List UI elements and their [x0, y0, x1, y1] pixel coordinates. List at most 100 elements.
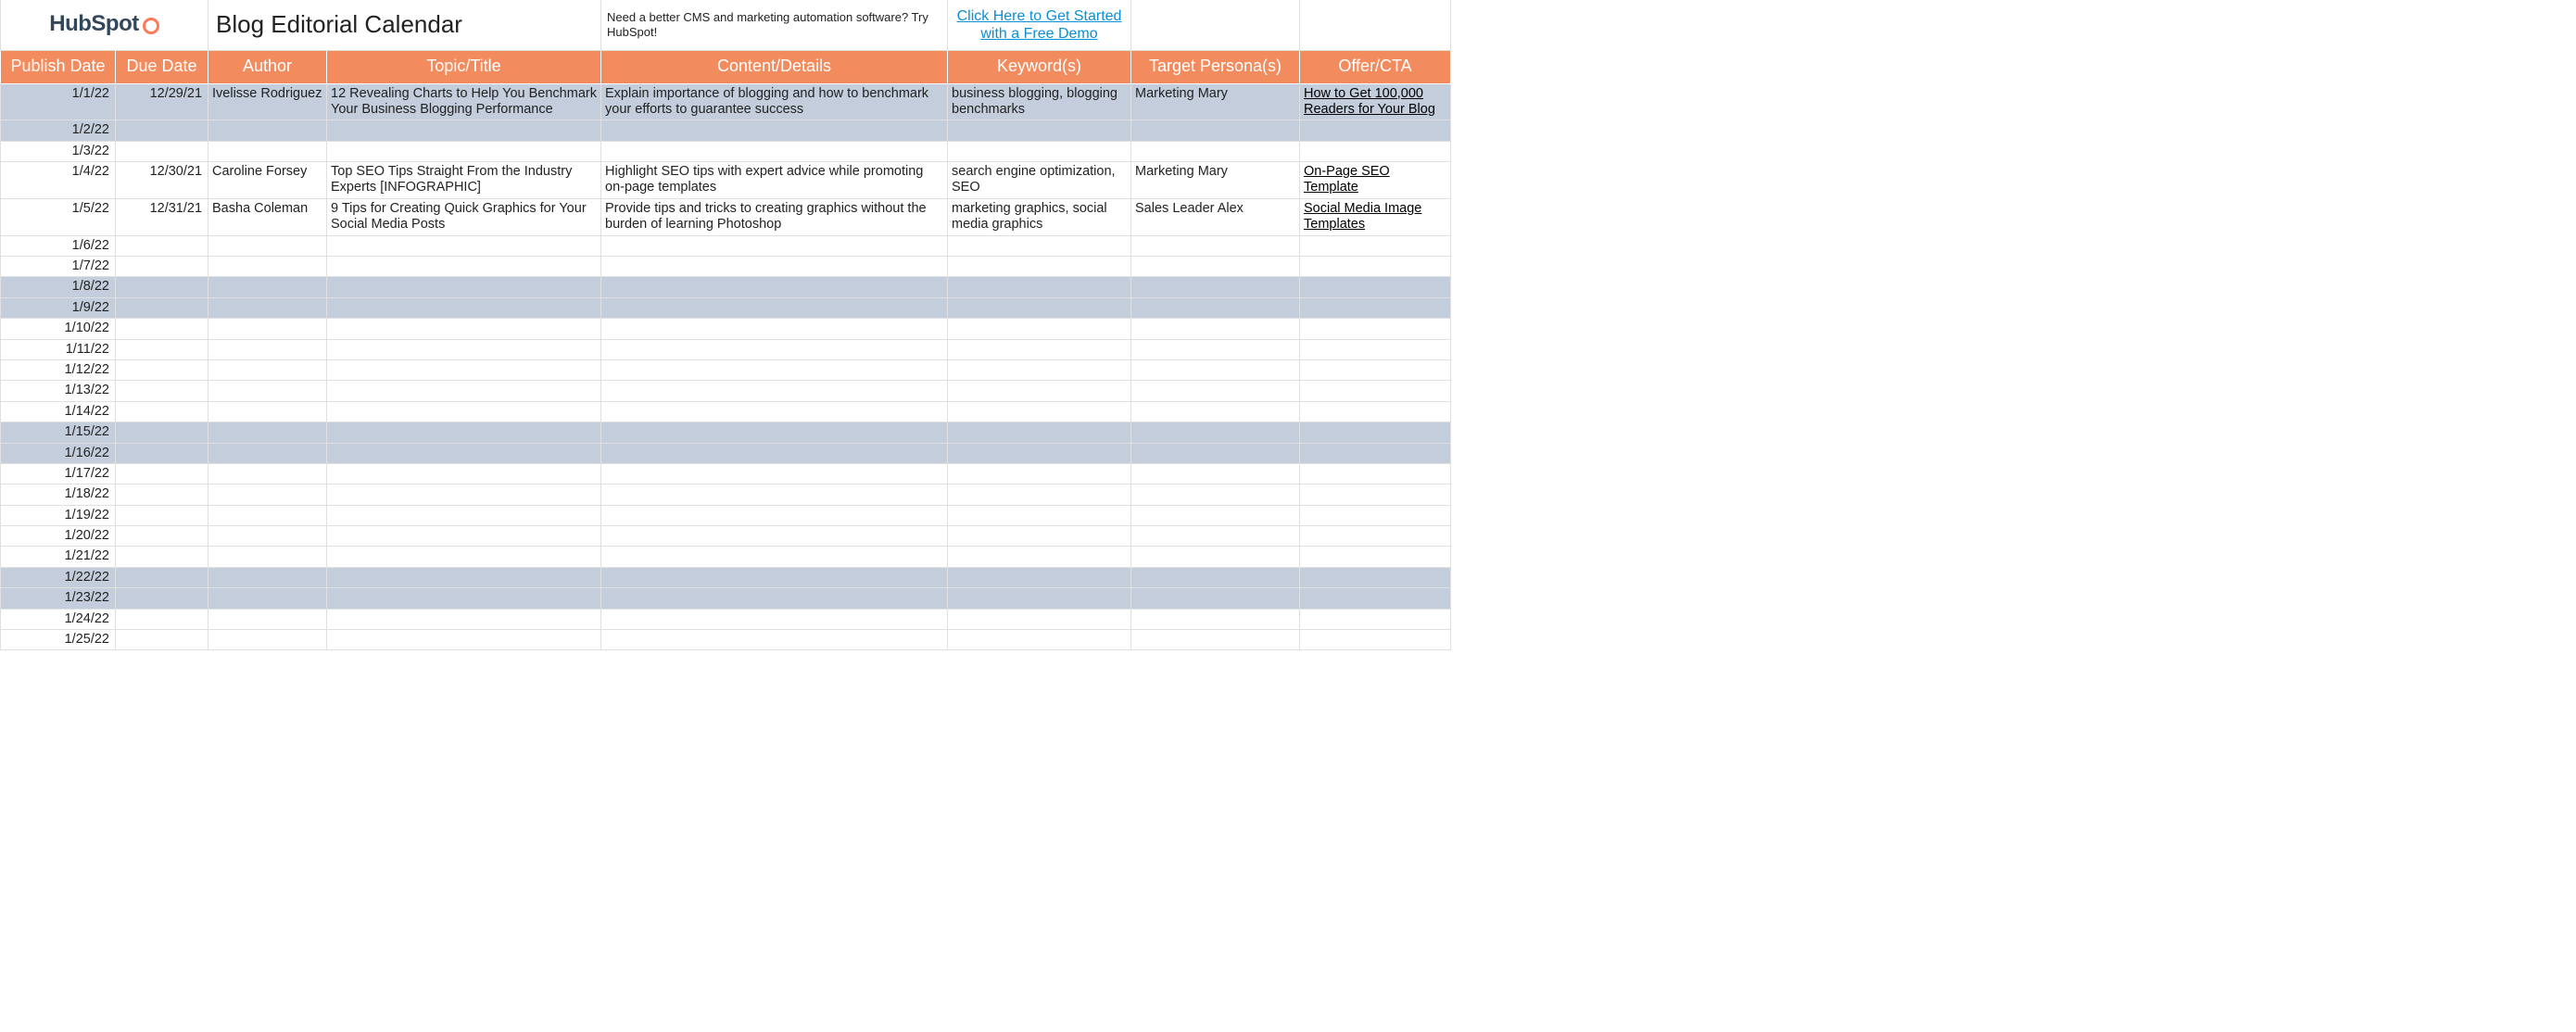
cell-keywords[interactable] — [948, 381, 1131, 401]
cell-topic[interactable] — [327, 277, 601, 297]
cell-offer[interactable] — [1300, 120, 1451, 141]
table-row[interactable]: 1/17/22 — [1, 463, 1451, 484]
cell-persona[interactable] — [1131, 485, 1300, 505]
cell-content[interactable] — [601, 297, 948, 318]
cell-due-date[interactable] — [116, 505, 208, 525]
cell-author[interactable] — [208, 588, 327, 609]
cell-offer[interactable] — [1300, 422, 1451, 443]
cell-publish-date[interactable]: 1/19/22 — [1, 505, 116, 525]
cell-offer[interactable] — [1300, 141, 1451, 161]
cell-topic[interactable] — [327, 547, 601, 567]
cell-persona[interactable] — [1131, 547, 1300, 567]
cell-keywords[interactable] — [948, 463, 1131, 484]
cell-topic[interactable] — [327, 485, 601, 505]
cell-topic[interactable] — [327, 609, 601, 629]
cell-content[interactable] — [601, 235, 948, 256]
cell-keywords[interactable] — [948, 359, 1131, 380]
cell-publish-date[interactable]: 1/16/22 — [1, 443, 116, 463]
cell-author[interactable] — [208, 609, 327, 629]
cell-keywords[interactable] — [948, 422, 1131, 443]
cell-publish-date[interactable]: 1/2/22 — [1, 120, 116, 141]
cell-due-date[interactable] — [116, 567, 208, 587]
cell-content[interactable] — [601, 443, 948, 463]
cell-offer[interactable] — [1300, 359, 1451, 380]
cell-offer[interactable] — [1300, 630, 1451, 650]
cell-publish-date[interactable]: 1/6/22 — [1, 235, 116, 256]
cell-persona[interactable] — [1131, 359, 1300, 380]
table-row[interactable]: 1/9/22 — [1, 297, 1451, 318]
cell-topic[interactable] — [327, 422, 601, 443]
table-row[interactable]: 1/4/2212/30/21Caroline ForseyTop SEO Tip… — [1, 162, 1451, 199]
table-row[interactable]: 1/22/22 — [1, 567, 1451, 587]
table-row[interactable]: 1/23/22 — [1, 588, 1451, 609]
cell-topic[interactable] — [327, 141, 601, 161]
cell-content[interactable] — [601, 567, 948, 587]
cell-persona[interactable]: Sales Leader Alex — [1131, 198, 1300, 235]
table-row[interactable]: 1/2/22 — [1, 120, 1451, 141]
table-row[interactable]: 1/19/22 — [1, 505, 1451, 525]
cell-publish-date[interactable]: 1/9/22 — [1, 297, 116, 318]
cell-due-date[interactable] — [116, 120, 208, 141]
cell-keywords[interactable]: search engine optimization, SEO — [948, 162, 1131, 199]
cell-content[interactable] — [601, 120, 948, 141]
cell-topic[interactable] — [327, 319, 601, 339]
cell-content[interactable] — [601, 463, 948, 484]
cell-content[interactable] — [601, 319, 948, 339]
table-row[interactable]: 1/10/22 — [1, 319, 1451, 339]
cell-persona[interactable]: Marketing Mary — [1131, 83, 1300, 120]
cell-topic[interactable] — [327, 359, 601, 380]
cell-offer[interactable] — [1300, 547, 1451, 567]
cell-due-date[interactable] — [116, 319, 208, 339]
cell-topic[interactable]: Top SEO Tips Straight From the Industry … — [327, 162, 601, 199]
cell-keywords[interactable] — [948, 588, 1131, 609]
cell-author[interactable]: Ivelisse Rodriguez — [208, 83, 327, 120]
cell-offer[interactable] — [1300, 567, 1451, 587]
cell-author[interactable] — [208, 257, 327, 277]
cell-keywords[interactable] — [948, 319, 1131, 339]
cell-persona[interactable] — [1131, 297, 1300, 318]
cell-author[interactable]: Caroline Forsey — [208, 162, 327, 199]
cell-author[interactable] — [208, 235, 327, 256]
cell-topic[interactable] — [327, 567, 601, 587]
cta-link[interactable]: Click Here to Get Started with a Free De… — [957, 8, 1122, 42]
cell-author[interactable] — [208, 141, 327, 161]
cell-topic[interactable]: 12 Revealing Charts to Help You Benchmar… — [327, 83, 601, 120]
cell-publish-date[interactable]: 1/12/22 — [1, 359, 116, 380]
cell-due-date[interactable]: 12/31/21 — [116, 198, 208, 235]
cell-content[interactable] — [601, 277, 948, 297]
cell-topic[interactable] — [327, 297, 601, 318]
cell-author[interactable] — [208, 339, 327, 359]
cell-keywords[interactable] — [948, 277, 1131, 297]
cell-topic[interactable] — [327, 526, 601, 547]
cell-due-date[interactable] — [116, 422, 208, 443]
cell-content[interactable]: Highlight SEO tips with expert advice wh… — [601, 162, 948, 199]
cell-publish-date[interactable]: 1/3/22 — [1, 141, 116, 161]
cell-keywords[interactable] — [948, 443, 1131, 463]
cell-publish-date[interactable]: 1/18/22 — [1, 485, 116, 505]
cell-offer[interactable] — [1300, 505, 1451, 525]
cell-offer[interactable]: Social Media Image Templates — [1300, 198, 1451, 235]
cell-keywords[interactable] — [948, 339, 1131, 359]
cell-topic[interactable] — [327, 235, 601, 256]
cell-topic[interactable] — [327, 443, 601, 463]
table-row[interactable]: 1/11/22 — [1, 339, 1451, 359]
cell-offer[interactable] — [1300, 485, 1451, 505]
cell-publish-date[interactable]: 1/10/22 — [1, 319, 116, 339]
cell-topic[interactable] — [327, 588, 601, 609]
cell-persona[interactable] — [1131, 567, 1300, 587]
cell-content[interactable] — [601, 359, 948, 380]
cell-author[interactable] — [208, 547, 327, 567]
cell-due-date[interactable] — [116, 257, 208, 277]
cell-keywords[interactable] — [948, 485, 1131, 505]
cell-publish-date[interactable]: 1/15/22 — [1, 422, 116, 443]
cell-persona[interactable] — [1131, 235, 1300, 256]
cell-offer[interactable]: How to Get 100,000 Readers for Your Blog — [1300, 83, 1451, 120]
table-row[interactable]: 1/13/22 — [1, 381, 1451, 401]
cell-keywords[interactable] — [948, 547, 1131, 567]
table-row[interactable]: 1/3/22 — [1, 141, 1451, 161]
cell-due-date[interactable] — [116, 277, 208, 297]
cell-persona[interactable] — [1131, 609, 1300, 629]
table-row[interactable]: 1/15/22 — [1, 422, 1451, 443]
cell-content[interactable] — [601, 401, 948, 422]
cell-persona[interactable] — [1131, 505, 1300, 525]
